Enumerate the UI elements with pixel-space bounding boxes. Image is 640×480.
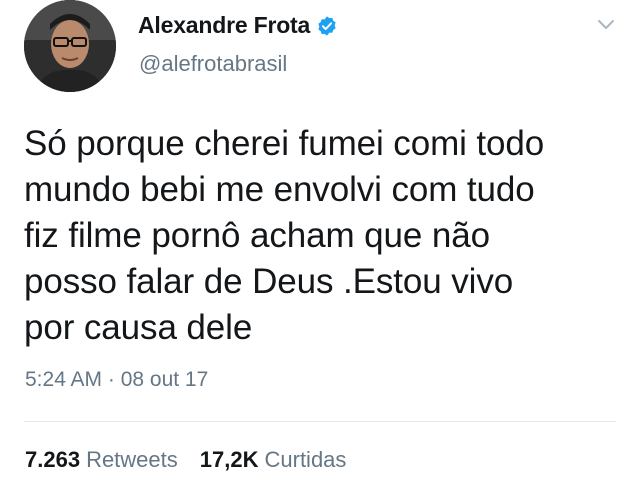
- likes-label: Curtidas: [264, 447, 347, 472]
- retweets-stat[interactable]: 7.263 Retweets: [25, 447, 178, 473]
- chevron-down-icon[interactable]: [594, 12, 618, 36]
- tweet-card: Alexandre Frota @alefrotabrasil Só porqu…: [0, 0, 640, 480]
- display-name[interactable]: Alexandre Frota: [138, 12, 310, 39]
- retweets-count: 7.263: [25, 447, 81, 472]
- likes-stat[interactable]: 17,2K Curtidas: [200, 447, 347, 473]
- verified-badge-icon: [316, 15, 338, 37]
- likes-count: 17,2K: [199, 447, 259, 472]
- tweet-stats: 7.263 Retweets 17,2K Curtidas: [25, 447, 346, 473]
- tweet-text: Só porque cherei fumei comi todo mundo b…: [24, 124, 545, 347]
- name-row: Alexandre Frota: [138, 12, 338, 39]
- divider: [24, 421, 616, 422]
- avatar[interactable]: [24, 0, 116, 92]
- avatar-image: [24, 0, 116, 92]
- user-handle[interactable]: @alefrotabrasil: [139, 51, 287, 77]
- retweets-label: Retweets: [86, 447, 178, 472]
- tweet-timestamp[interactable]: 5:24 AM · 08 out 17: [25, 368, 208, 392]
